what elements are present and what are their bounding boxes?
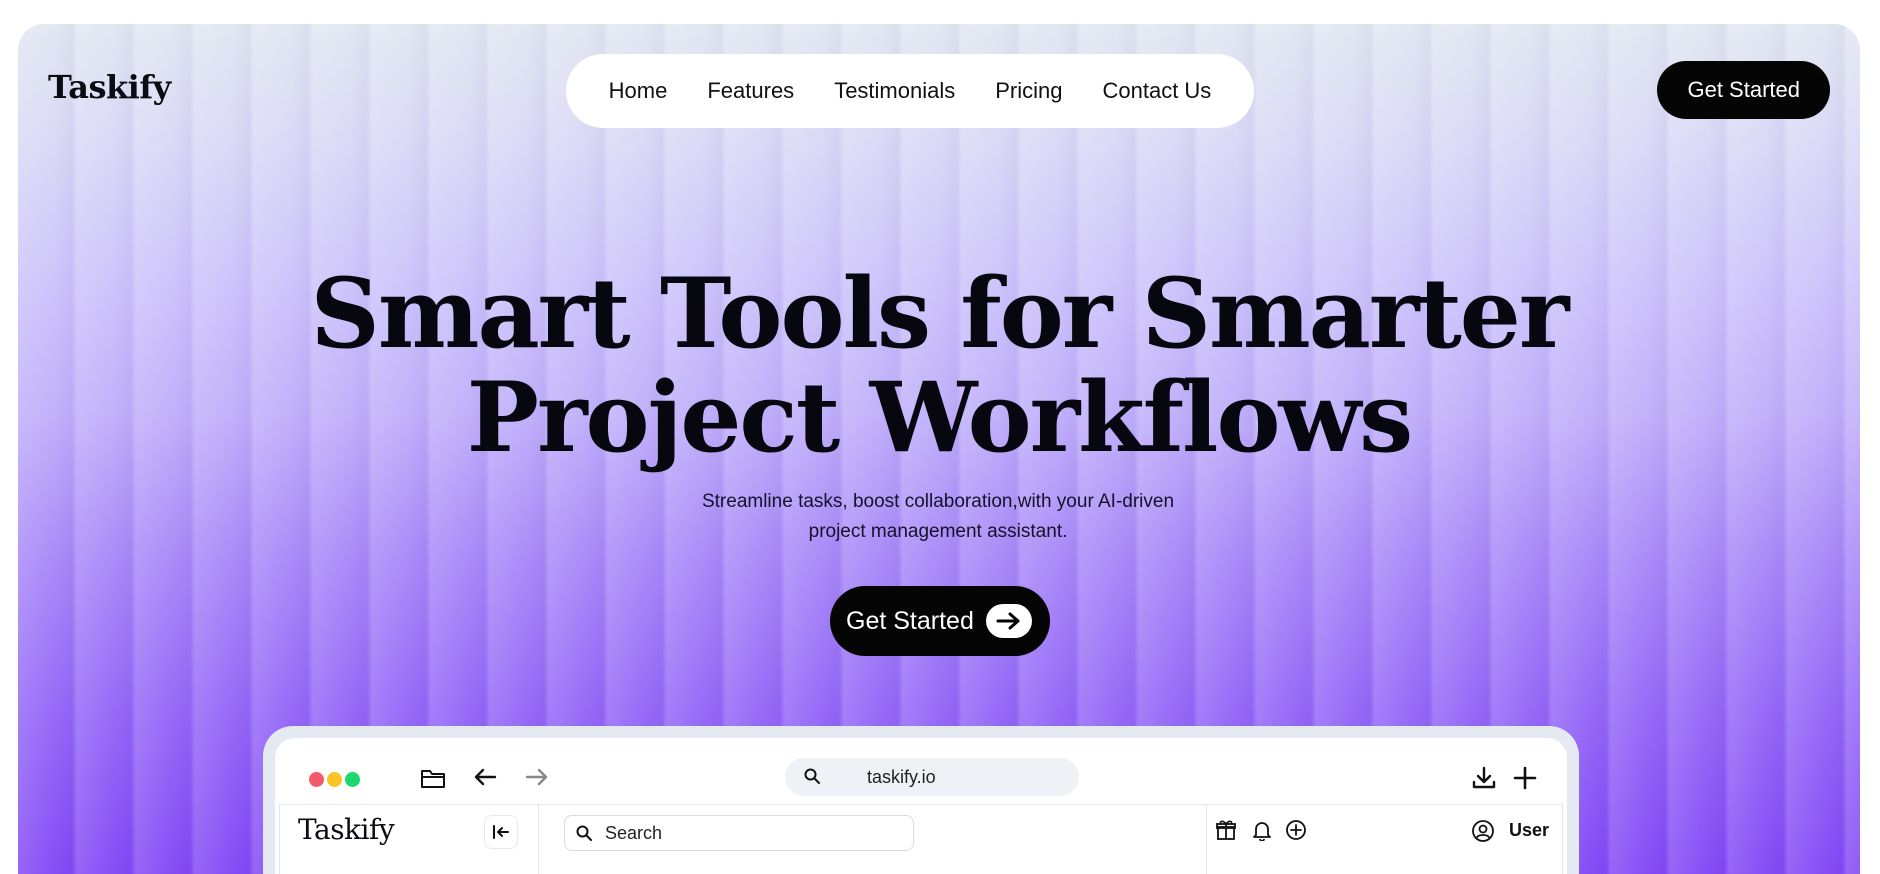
- hero-headline: Smart Tools for Smarter Project Workflow…: [18, 262, 1860, 470]
- hero-subheadline-line-1: Streamline tasks, boost collaboration,wi…: [701, 491, 1175, 512]
- nav-item-features[interactable]: Features: [687, 78, 814, 104]
- brand-logo[interactable]: Taskify: [48, 68, 171, 106]
- hero-get-started-button[interactable]: Get Started: [830, 586, 1050, 656]
- browser-toolbar: taskify.io: [275, 738, 1567, 802]
- app-logo[interactable]: Taskify: [298, 813, 395, 846]
- app-content: Taskify Search User: [279, 804, 1563, 874]
- user-menu-label[interactable]: User: [1509, 820, 1549, 841]
- url-bar[interactable]: taskify.io: [785, 758, 1079, 796]
- hero-subheadline: Streamline tasks, boost collaboration,wi…: [658, 487, 1218, 547]
- main-nav: Home Features Testimonials Pricing Conta…: [566, 54, 1254, 128]
- hero-get-started-label: Get Started: [846, 606, 974, 635]
- nav-item-testimonials[interactable]: Testimonials: [814, 78, 975, 104]
- app-preview-window: taskify.io Taskify Search User: [275, 738, 1567, 874]
- header-get-started-label: Get Started: [1687, 77, 1800, 102]
- arrow-right-icon: [985, 604, 1032, 638]
- window-minimize-dot[interactable]: [327, 772, 342, 787]
- app-search-placeholder: Search: [605, 822, 663, 843]
- app-preview-frame: taskify.io Taskify Search User: [263, 726, 1579, 874]
- arrow-left-icon[interactable]: [473, 766, 497, 788]
- hero-headline-line-1: Smart Tools for Smarter: [310, 257, 1570, 370]
- folder-icon[interactable]: [420, 766, 446, 790]
- arrow-right-icon[interactable]: [525, 766, 549, 788]
- search-icon: [803, 767, 821, 785]
- nav-item-pricing[interactable]: Pricing: [975, 78, 1082, 104]
- url-text: taskify.io: [867, 767, 936, 787]
- bell-icon[interactable]: [1251, 819, 1273, 841]
- collapse-sidebar-button[interactable]: [484, 815, 518, 849]
- collapse-sidebar-icon: [493, 825, 509, 839]
- header-get-started-button[interactable]: Get Started: [1657, 61, 1830, 119]
- nav-item-home[interactable]: Home: [589, 78, 688, 104]
- gift-icon[interactable]: [1215, 819, 1237, 841]
- window-close-dot[interactable]: [309, 772, 324, 787]
- app-toolbar-right: User: [1206, 805, 1564, 874]
- app-sidebar: Taskify: [280, 805, 539, 874]
- search-icon: [575, 824, 593, 842]
- app-search-input[interactable]: Search: [564, 815, 914, 851]
- hero-headline-line-2: Project Workflows: [466, 361, 1413, 474]
- window-maximize-dot[interactable]: [345, 772, 360, 787]
- add-circle-icon[interactable]: [1285, 819, 1307, 841]
- user-avatar-icon[interactable]: [1471, 819, 1495, 843]
- plus-icon[interactable]: [1513, 766, 1537, 790]
- download-icon[interactable]: [1471, 766, 1497, 790]
- hero-subheadline-line-2: project management assistant.: [808, 521, 1068, 542]
- nav-item-contact[interactable]: Contact Us: [1082, 78, 1231, 104]
